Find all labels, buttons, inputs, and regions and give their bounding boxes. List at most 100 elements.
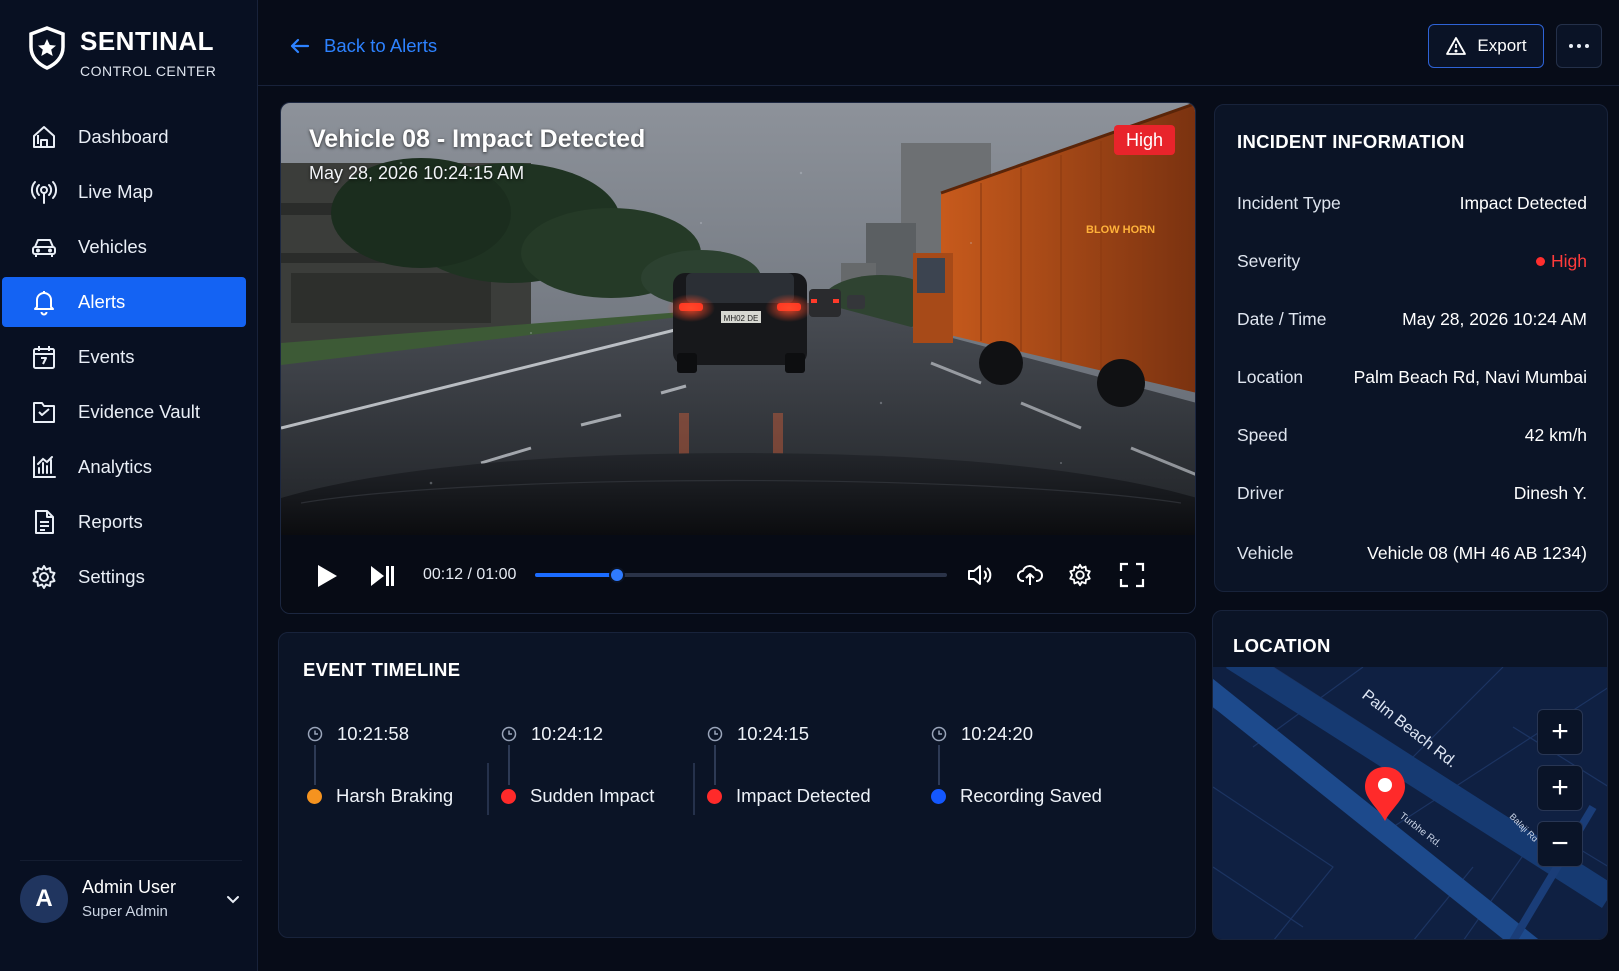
more-horizontal-icon [1569,44,1589,48]
shield-star-icon [29,26,65,70]
broadcast-icon [31,181,57,204]
calendar-icon [33,346,55,369]
info-label: Location [1237,367,1304,387]
sidebar-item-label: Vehicles [78,236,147,257]
export-label: Export [1477,36,1527,55]
clock-icon [501,726,517,742]
cloud-upload-button[interactable] [1015,561,1045,589]
video-controls: 00:12 / 01:00 [281,535,1195,613]
play-icon [318,565,337,587]
info-value: May 28, 2026 10:24 AM [1402,309,1587,329]
app-window: SENTINAL CONTROL CENTER Dashboard Live M… [0,0,1619,971]
sidebar-item-evidence-vault[interactable]: Evidence Vault [2,387,246,437]
incident-information-panel: INCIDENT INFORMATION Incident Type Impac… [1214,104,1608,592]
info-row-vehicle: Vehicle Vehicle 08 (MH 46 AB 1234) [1237,543,1587,564]
car-icon [32,239,56,257]
home-icon [33,126,55,148]
video-timecode: 00:12 / 01:00 [423,566,517,583]
event-status-dot [707,788,722,804]
event-label: Harsh Braking [336,785,454,806]
zoom-in-button[interactable]: + [1537,709,1583,755]
plate-text: MH02 DE [724,314,759,323]
sidebar-item-label: Dashboard [78,126,169,147]
sidebar-item-analytics[interactable]: Analytics [2,442,246,492]
user-menu[interactable]: A Admin User Super Admin [20,860,242,926]
progress-handle[interactable] [611,569,624,581]
timeline-connector [508,745,510,785]
info-row-incident-type: Incident Type Impact Detected [1237,193,1587,214]
sidebar-item-vehicles[interactable]: Vehicles [2,222,246,272]
back-to-alerts-link[interactable]: Back to Alerts [288,34,437,58]
severity-value: High [1536,251,1587,272]
info-row-speed: Speed 42 km/h [1237,425,1587,446]
skip-forward-icon [371,566,394,586]
more-options-button[interactable] [1556,24,1602,68]
timeline-divider [693,763,695,815]
incident-panel-title: INCIDENT INFORMATION [1237,131,1465,152]
video-progress-bar[interactable] [535,569,947,581]
sidebar-item-live-map[interactable]: Live Map [2,167,246,217]
event-status-dot [931,788,946,804]
info-label: Incident Type [1237,193,1341,213]
export-button[interactable]: Export [1428,24,1544,68]
info-value: Vehicle 08 (MH 46 AB 1234) [1367,543,1587,563]
timeline-event[interactable]: 10:24:20 Recording Saved [931,723,1102,807]
info-value: Dinesh Y. [1513,483,1587,503]
back-label: Back to Alerts [324,35,438,56]
sidebar-item-events[interactable]: Events [2,332,246,382]
info-value: Impact Detected [1459,193,1587,213]
info-label: Vehicle [1237,543,1294,563]
event-label: Sudden Impact [530,785,655,806]
clock-icon [307,726,323,742]
gear-icon [32,565,56,589]
info-value: Palm Beach Rd, Navi Mumbai [1353,367,1587,387]
zoom-out-button[interactable]: − [1537,821,1583,867]
timeline-event[interactable]: 10:21:58 Harsh Braking [307,723,453,807]
timeline-event[interactable]: 10:24:12 Sudden Impact [501,723,654,807]
info-label: Speed [1237,425,1288,445]
location-title: LOCATION [1233,635,1331,656]
bar-chart-icon [33,456,56,478]
user-name: Admin User [82,877,177,897]
sidebar-item-reports[interactable]: Reports [2,497,246,547]
info-row-severity: Severity High [1237,251,1587,272]
sidebar-item-label: Settings [78,566,145,587]
zoom-in-button-2[interactable]: + [1537,765,1583,811]
fullscreen-button[interactable] [1117,561,1147,589]
event-label: Recording Saved [960,785,1102,806]
play-button[interactable] [313,563,341,589]
fullscreen-icon [1119,562,1145,588]
timeline-event[interactable]: 10:24:15 Impact Detected [707,723,871,807]
document-icon [35,510,54,534]
event-timeline-panel: EVENT TIMELINE 10:21:58 Harsh Braking 10… [278,632,1196,938]
volume-button[interactable] [965,561,995,589]
sidebar-item-alerts[interactable]: Alerts [2,277,246,327]
video-settings-button[interactable] [1065,561,1095,589]
sidebar-item-dashboard[interactable]: Dashboard [2,112,246,162]
brand-name: SENTINAL [80,26,214,56]
chevron-down-icon[interactable] [224,890,242,908]
info-row-location: Location Palm Beach Rd, Navi Mumbai [1237,367,1587,388]
sidebar-item-label: Evidence Vault [78,401,201,422]
gear-icon [1069,563,1091,587]
avatar: A [20,874,68,923]
severity-dot [1536,257,1545,266]
volume-icon [968,565,992,585]
event-time: 10:24:15 [737,723,810,744]
video-timestamp: May 28, 2026 10:24:15 AM [309,163,525,183]
arrow-left-icon [290,38,310,54]
severity-badge: High [1113,125,1175,155]
timeline-title: EVENT TIMELINE [303,659,461,680]
info-value: 42 km/h [1524,425,1587,445]
clock-icon [707,726,723,742]
event-label: Impact Detected [736,785,871,806]
brand-logo[interactable]: SENTINAL CONTROL CENTER [28,26,216,79]
video-title: Vehicle 08 - Impact Detected [309,125,646,153]
info-label: Severity [1237,251,1301,271]
sidebar-item-settings[interactable]: Settings [2,552,246,602]
clock-icon [931,726,947,742]
bell-icon [34,291,54,316]
info-label: Date / Time [1237,309,1327,329]
next-frame-button[interactable] [367,563,397,589]
sidebar-item-label: Analytics [78,456,153,477]
